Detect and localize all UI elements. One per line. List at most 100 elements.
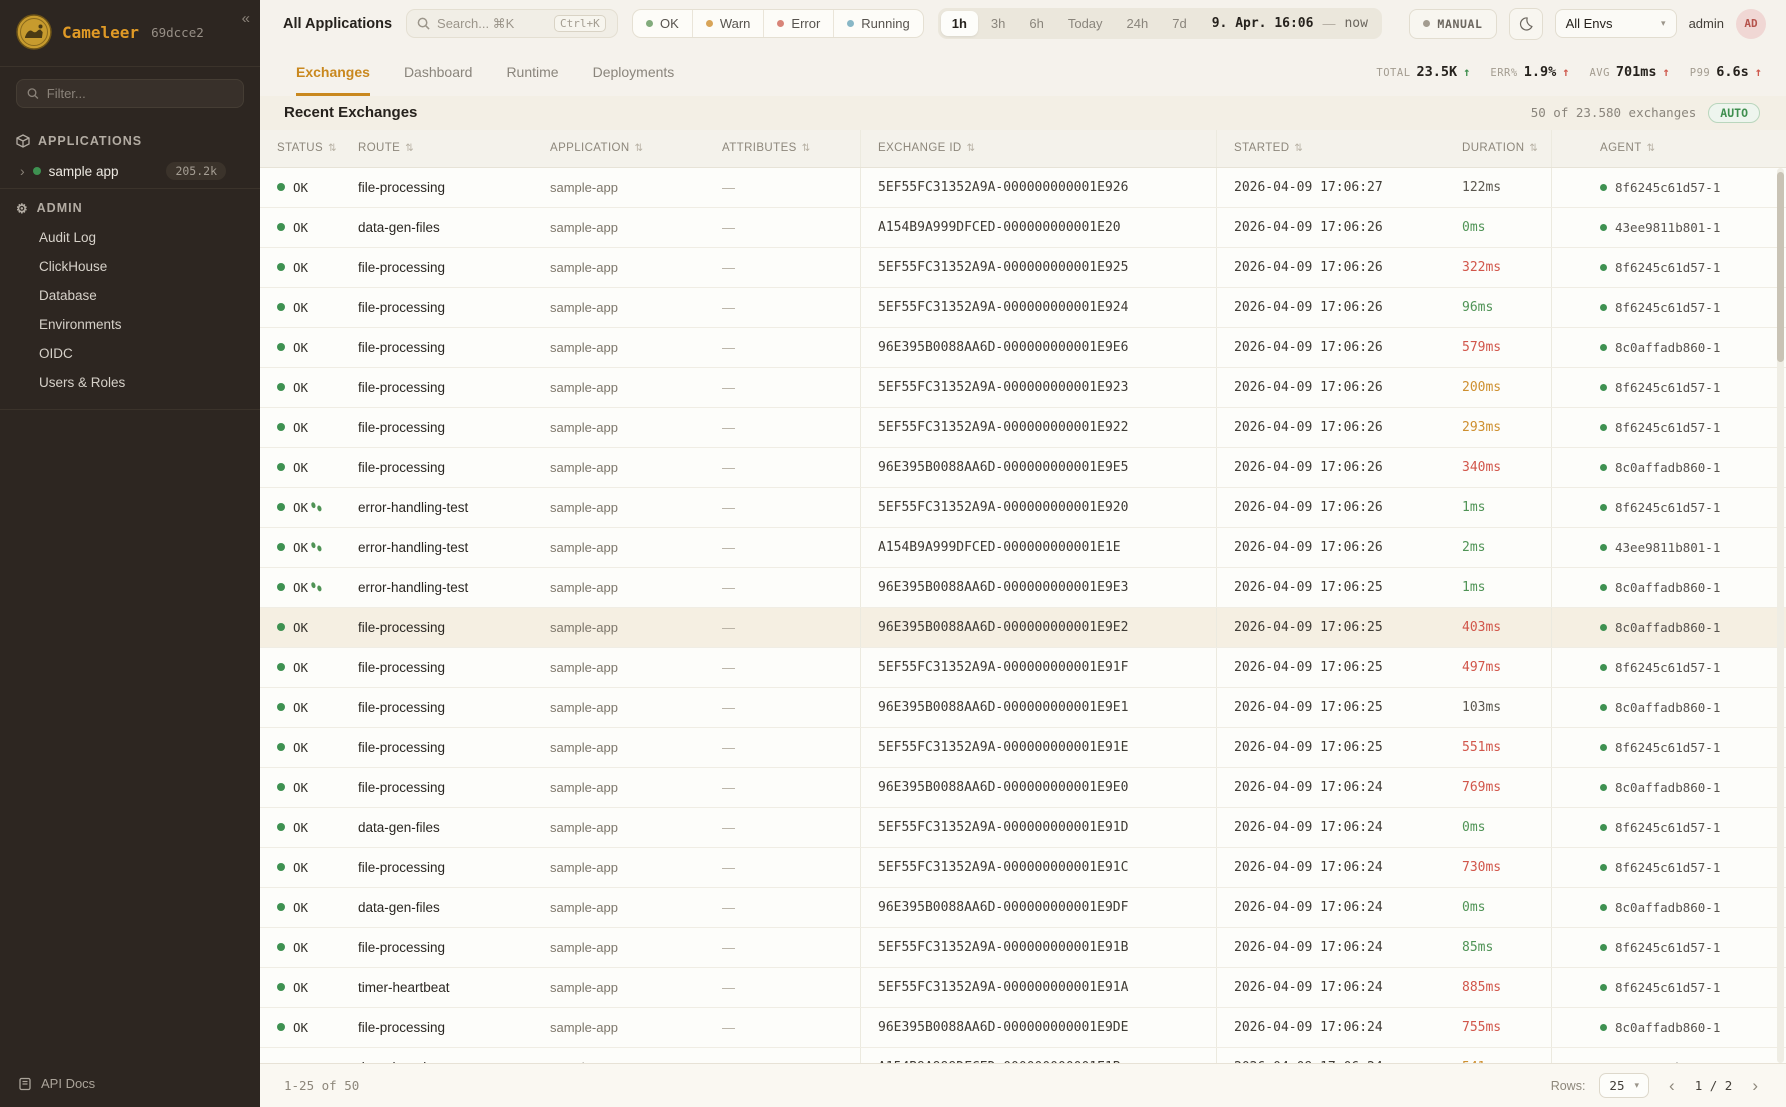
table-row[interactable]: OK timer-heartbeat sample-app — 5EF55FC3… <box>260 968 1786 1008</box>
chevron-right-icon[interactable]: › <box>20 163 25 179</box>
table-row[interactable]: OK file-processing sample-app — 96E395B0… <box>260 1008 1786 1048</box>
column-header-started[interactable]: STARTED⇅ <box>1216 130 1462 167</box>
global-search-input[interactable] <box>437 16 547 31</box>
status-label: OK <box>293 540 308 555</box>
column-header-attributes[interactable]: ATTRIBUTES⇅ <box>722 130 860 167</box>
table-row[interactable]: OK file-processing sample-app — 96E395B0… <box>260 448 1786 488</box>
table-row[interactable]: OK file-processing sample-app — 96E395B0… <box>260 768 1786 808</box>
status-filter-chip-ok[interactable]: OK <box>633 10 692 37</box>
route-name: file-processing <box>358 180 445 195</box>
attributes-value: — <box>722 740 735 755</box>
started-timestamp: 2026-04-09 17:06:26 <box>1234 220 1383 235</box>
tab-deployments[interactable]: Deployments <box>593 48 675 96</box>
sidebar-item-audit-log[interactable]: Audit Log <box>0 223 260 252</box>
avatar[interactable]: AD <box>1736 9 1766 39</box>
admin-section-header: ⚙ ADMIN <box>0 189 260 221</box>
table-row[interactable]: OK file-processing sample-app — 96E395B0… <box>260 688 1786 728</box>
time-range-24h[interactable]: 24h <box>1116 11 1160 36</box>
column-header-route[interactable]: ROUTE⇅ <box>358 130 550 167</box>
time-range-6h[interactable]: 6h <box>1018 11 1054 36</box>
time-range-1h[interactable]: 1h <box>941 11 978 36</box>
sidebar-collapse-icon[interactable]: « <box>242 10 250 27</box>
started-timestamp: 2026-04-09 17:06:24 <box>1234 780 1383 795</box>
table-row[interactable]: OK data-gen-files sample-app — A154B9A99… <box>260 208 1786 248</box>
tab-runtime[interactable]: Runtime <box>506 48 558 96</box>
route-name: error-handling-test <box>358 500 468 515</box>
column-header-agent[interactable]: AGENT⇅ <box>1551 130 1786 167</box>
duration-value: 0ms <box>1462 220 1485 235</box>
table-row[interactable]: OK file-processing sample-app — 5EF55FC3… <box>260 728 1786 768</box>
status-filter-chip-warn[interactable]: Warn <box>692 10 764 37</box>
table-row[interactable]: OK error-handling-test sample-app — 96E3… <box>260 568 1786 608</box>
status-filter-chip-running[interactable]: Running <box>833 10 922 37</box>
api-docs-link[interactable]: API Docs <box>0 1062 260 1107</box>
column-header-application[interactable]: APPLICATION⇅ <box>550 130 722 167</box>
env-select[interactable]: All Envs ▾ <box>1555 9 1677 38</box>
agent-status-dot <box>1600 1024 1607 1031</box>
tab-dashboard[interactable]: Dashboard <box>404 48 473 96</box>
attributes-value: — <box>722 380 735 395</box>
tab-exchanges[interactable]: Exchanges <box>296 48 370 96</box>
table-row[interactable]: OK file-processing sample-app — 5EF55FC3… <box>260 288 1786 328</box>
table-row[interactable]: OK data-gen-files sample-app — 5EF55FC31… <box>260 808 1786 848</box>
time-to-value[interactable]: now <box>1344 16 1367 31</box>
sidebar-item-clickhouse[interactable]: ClickHouse <box>0 252 260 281</box>
sidebar-filter-input[interactable] <box>47 86 233 101</box>
trend-arrow-icon: ↑ <box>1663 65 1670 79</box>
sidebar-item-sample-app[interactable]: › sample app 205.2k <box>0 154 260 188</box>
route-name: error-handling-test <box>358 540 468 555</box>
stat-p99: P996.6s↑ <box>1690 64 1762 80</box>
exchange-id: 5EF55FC31352A9A-000000000001E926 <box>878 180 1128 195</box>
sidebar-item-oidc[interactable]: OIDC <box>0 339 260 368</box>
sidebar-item-database[interactable]: Database <box>0 281 260 310</box>
table-row[interactable]: OK file-processing sample-app — 5EF55FC3… <box>260 168 1786 208</box>
table-row[interactable]: OK file-processing sample-app — 5EF55FC3… <box>260 248 1786 288</box>
attributes-value: — <box>722 660 735 675</box>
scrollbar-thumb[interactable] <box>1777 172 1784 362</box>
manual-refresh-button[interactable]: MANUAL <box>1409 9 1496 39</box>
table-row[interactable]: OK file-processing sample-app — 5EF55FC3… <box>260 408 1786 448</box>
column-header-duration[interactable]: DURATION⇅ <box>1462 130 1551 167</box>
column-header-exchange-id[interactable]: EXCHANGE ID⇅ <box>860 130 1216 167</box>
attributes-value: — <box>722 300 735 315</box>
table-row[interactable]: OK error-handling-test sample-app — 5EF5… <box>260 488 1786 528</box>
exchange-id: 5EF55FC31352A9A-000000000001E91A <box>878 980 1128 995</box>
prev-page-button[interactable]: ‹ <box>1663 1077 1681 1094</box>
table-row[interactable]: OK data-gen-files sample-app — 96E395B00… <box>260 888 1786 928</box>
table-row[interactable]: OK timer-heartbeat sample-app — A154B9A9… <box>260 1048 1786 1063</box>
route-name: timer-heartbeat <box>358 980 450 995</box>
route-name: file-processing <box>358 700 445 715</box>
table-row[interactable]: OK file-processing sample-app — 96E395B0… <box>260 328 1786 368</box>
status-label: OK <box>293 1060 308 1063</box>
time-range-today[interactable]: Today <box>1057 11 1114 36</box>
next-page-button[interactable]: › <box>1746 1077 1764 1094</box>
table-row[interactable]: OK error-handling-test sample-app — A154… <box>260 528 1786 568</box>
auto-refresh-badge[interactable]: AUTO <box>1708 103 1760 123</box>
application-name: sample-app <box>550 500 618 515</box>
time-from-value[interactable]: 9. Apr. 16:06 <box>1212 16 1314 31</box>
sidebar-item-users-roles[interactable]: Users & Roles <box>0 368 260 397</box>
status-filter-chip-error[interactable]: Error <box>763 10 833 37</box>
table-row[interactable]: OK file-processing sample-app — 96E395B0… <box>260 608 1786 648</box>
table-row[interactable]: OK file-processing sample-app — 5EF55FC3… <box>260 648 1786 688</box>
table-row[interactable]: OK file-processing sample-app — 5EF55FC3… <box>260 368 1786 408</box>
duration-value: 0ms <box>1462 820 1485 835</box>
exchange-id: 5EF55FC31352A9A-000000000001E923 <box>878 380 1128 395</box>
status-filter-group: OKWarnErrorRunning <box>632 9 924 38</box>
dark-mode-toggle[interactable] <box>1509 8 1543 40</box>
table-row[interactable]: OK file-processing sample-app — 5EF55FC3… <box>260 928 1786 968</box>
agent-status-dot <box>1600 304 1607 311</box>
duration-value: 755ms <box>1462 1020 1501 1035</box>
manual-label: MANUAL <box>1437 17 1482 31</box>
sidebar-filter <box>16 79 244 108</box>
application-name: sample-app <box>550 420 618 435</box>
exchange-id: 5EF55FC31352A9A-000000000001E920 <box>878 500 1128 515</box>
sidebar-item-environments[interactable]: Environments <box>0 310 260 339</box>
rows-per-page-select[interactable]: 25 ▾ <box>1599 1073 1649 1098</box>
column-header-status[interactable]: STATUS⇅ <box>260 130 358 167</box>
time-range-3h[interactable]: 3h <box>980 11 1016 36</box>
status-label: OK <box>293 580 308 595</box>
trend-arrow-icon: ↑ <box>1562 65 1569 79</box>
table-row[interactable]: OK file-processing sample-app — 5EF55FC3… <box>260 848 1786 888</box>
time-range-7d[interactable]: 7d <box>1161 11 1197 36</box>
